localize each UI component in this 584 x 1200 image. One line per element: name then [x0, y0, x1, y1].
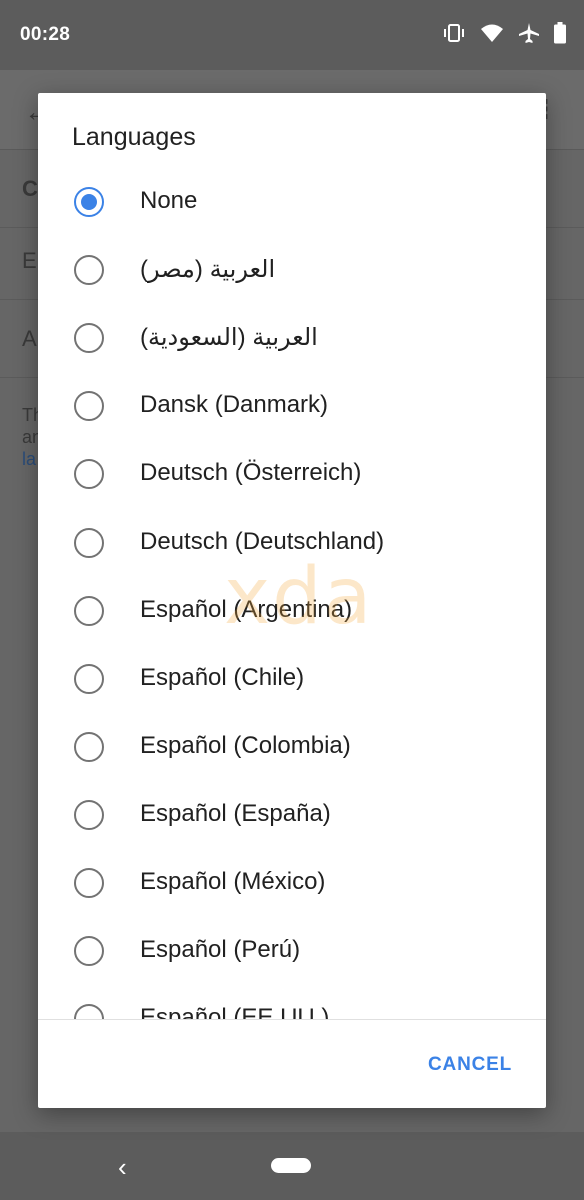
radio-unchecked-icon[interactable]: [74, 663, 104, 694]
language-option[interactable]: Español (Perú): [38, 917, 546, 985]
language-option[interactable]: Deutsch (Österreich): [38, 440, 546, 508]
radio-unchecked-icon[interactable]: [74, 391, 104, 422]
radio-unchecked-icon[interactable]: [74, 595, 104, 626]
radio-unchecked-icon[interactable]: [74, 527, 104, 558]
cancel-button[interactable]: CANCEL: [428, 1054, 512, 1076]
language-option[interactable]: Español (México): [38, 849, 546, 917]
radio-unchecked-icon[interactable]: [74, 731, 104, 762]
languages-dialog: Languages None العربية (مصر) العربية (السع…: [38, 93, 546, 1108]
vibrate-icon: [442, 23, 466, 43]
navigation-bar: ‹: [0, 1132, 584, 1200]
language-option[interactable]: Deutsch (Deutschland): [38, 509, 546, 577]
language-option[interactable]: العربية (مصر): [38, 236, 546, 304]
language-option-label: Deutsch (Österreich): [140, 459, 362, 487]
language-option[interactable]: Español (España): [38, 781, 546, 849]
language-option-label: Español (EE.UU.): [140, 1004, 330, 1019]
language-option-label: Dansk (Danmark): [140, 391, 329, 419]
language-option-label: Español (Argentina): [140, 595, 353, 623]
language-option-label: Español (España): [140, 799, 331, 827]
dialog-divider: [38, 1019, 546, 1020]
home-pill-button[interactable]: [271, 1158, 311, 1173]
language-option-label: Español (Colombia): [140, 731, 351, 759]
language-option-label: Español (Chile): [140, 663, 305, 691]
language-option[interactable]: None: [38, 168, 546, 236]
language-options-list[interactable]: None العربية (مصر) العربية (السعودية) Dansk…: [38, 168, 546, 1019]
language-option-label: العربية (مصر): [140, 256, 276, 284]
language-option-label: Español (México): [140, 868, 326, 895]
status-bar: 00:28: [0, 0, 584, 70]
language-option[interactable]: العربية (السعودية): [38, 304, 546, 372]
language-option-label: Deutsch (Deutschland): [140, 527, 385, 555]
language-option-label: العربية (السعودية): [140, 324, 318, 352]
radio-unchecked-icon[interactable]: [74, 936, 104, 967]
radio-unchecked-icon[interactable]: [74, 255, 104, 286]
language-option-label: None: [140, 187, 198, 214]
radio-unchecked-icon[interactable]: [74, 459, 104, 490]
airplane-icon: [518, 22, 540, 44]
status-icons: [442, 22, 566, 44]
language-option[interactable]: Español (Colombia): [38, 713, 546, 781]
status-time: 00:28: [20, 24, 71, 45]
language-option[interactable]: Dansk (Danmark): [38, 372, 546, 440]
radio-unchecked-icon[interactable]: [74, 868, 104, 898]
radio-checked-icon[interactable]: [74, 187, 104, 217]
radio-unchecked-icon[interactable]: [74, 323, 104, 354]
language-option-label: Español (Perú): [140, 936, 301, 964]
dialog-title: Languages: [72, 123, 196, 151]
radio-unchecked-icon[interactable]: [74, 1004, 104, 1019]
language-option[interactable]: Español (Argentina): [38, 577, 546, 645]
wifi-icon: [480, 23, 504, 43]
radio-unchecked-icon[interactable]: [74, 799, 104, 830]
nav-back-icon[interactable]: ‹: [118, 1152, 127, 1183]
settings-row-label: A: [22, 326, 37, 351]
language-option[interactable]: Español (Chile): [38, 645, 546, 713]
language-option[interactable]: Español (EE.UU.): [38, 985, 546, 1019]
battery-icon: [554, 22, 566, 44]
